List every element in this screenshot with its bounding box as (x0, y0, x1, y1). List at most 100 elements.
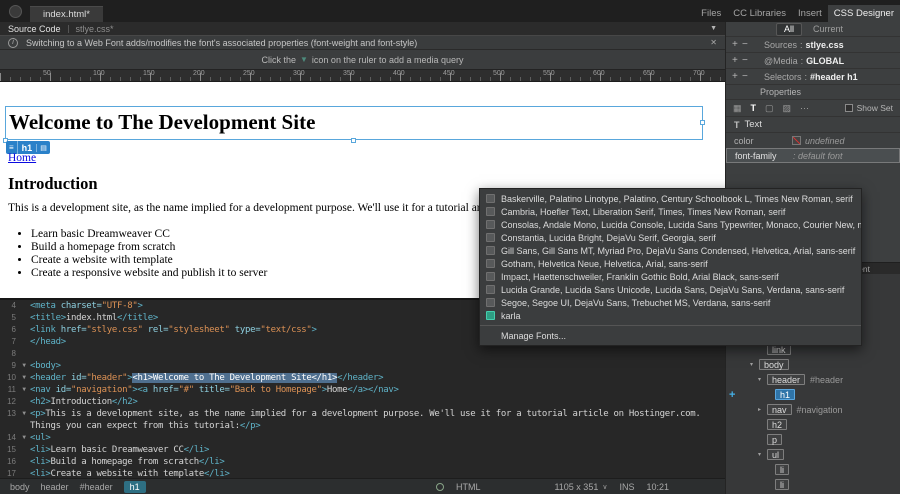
fold-arrow-icon[interactable]: ▼ (18, 384, 30, 396)
dom-node[interactable]: ▾ul (726, 447, 900, 462)
current-mode-button[interactable]: Current (806, 24, 850, 34)
tree-caret-icon[interactable]: ▾ (758, 376, 767, 383)
font-option[interactable]: Constantia, Lucida Bright, DejaVu Serif,… (480, 231, 861, 244)
design-list-item[interactable]: Create a responsive website and publish … (31, 267, 267, 280)
tree-caret-icon[interactable]: ▾ (758, 451, 767, 458)
page-heading[interactable]: Welcome to The Development Site (6, 107, 702, 138)
font-option[interactable]: Segoe, Segoe UI, DejaVu Sans, Trebuchet … (480, 296, 861, 309)
background-icon[interactable]: ▨ (783, 103, 792, 114)
dom-node[interactable]: ▾body (726, 357, 900, 372)
text-icon[interactable]: T (751, 103, 757, 113)
ruler[interactable]: 5010015020025030035040045050055060065070… (0, 70, 725, 82)
tab-files[interactable]: Files (695, 5, 727, 22)
document-tab[interactable]: index.html* (30, 6, 103, 22)
fold-arrow-icon[interactable]: ▼ (18, 408, 30, 420)
resize-handle[interactable] (700, 120, 705, 125)
add-element-button[interactable]: + (729, 389, 735, 401)
color-property-row[interactable]: color undefined (726, 133, 900, 148)
show-set-checkbox[interactable] (845, 104, 853, 112)
border-icon[interactable]: ▢ (765, 103, 774, 114)
close-notification-icon[interactable]: ✕ (710, 38, 717, 47)
tree-caret-icon[interactable]: ▸ (758, 406, 767, 413)
code-line[interactable]: 9▼<body> (0, 360, 725, 372)
resize-handle[interactable] (351, 138, 356, 143)
design-list-item[interactable]: Build a homepage from scratch (31, 241, 267, 254)
tag-selector-header-id[interactable]: #header (80, 482, 113, 492)
remove-media-button[interactable]: − (742, 55, 752, 66)
font-option[interactable]: Cambria, Hoefler Text, Liberation Serif,… (480, 205, 861, 218)
code-line[interactable]: 10▼<header id="header"><h1>Welcome to Th… (0, 372, 725, 384)
sources-section[interactable]: + − Sources : stlye.css (726, 37, 900, 53)
ruler-number: 700 (693, 70, 705, 77)
dom-node[interactable]: ▸nav#navigation (726, 402, 900, 417)
color-swatch-undefined[interactable] (792, 136, 801, 145)
selectors-section[interactable]: + − Selectors : #header h1 (726, 69, 900, 85)
tab-css-designer[interactable]: CSS Designer (828, 5, 900, 22)
tab-cc-libraries[interactable]: CC Libraries (727, 5, 792, 22)
manage-fonts-option[interactable]: Manage Fonts... (480, 329, 861, 342)
selectors-label: Selectors (764, 72, 802, 82)
tag-selector-body[interactable]: body (10, 482, 30, 492)
h1-selection-box[interactable]: Welcome to The Development Site (5, 106, 703, 140)
more-icon[interactable]: ⋯ (800, 103, 809, 114)
dom-node[interactable]: li (726, 477, 900, 492)
add-source-button[interactable]: + (732, 39, 742, 50)
code-line[interactable]: 17<li>Create a website with template</li… (0, 468, 725, 478)
code-line[interactable]: 16<li>Build a homepage from scratch</li> (0, 456, 725, 468)
fold-arrow-icon[interactable]: ▼ (18, 372, 30, 384)
color-prop-value[interactable]: undefined (805, 136, 845, 146)
dom-node[interactable]: li (726, 462, 900, 477)
font-option[interactable]: Consolas, Andale Mono, Lucida Console, L… (480, 218, 861, 231)
media-query-bar: Click the ▼ icon on the ruler to add a m… (0, 50, 725, 70)
media-query-text-before: Click the (261, 55, 296, 65)
code-line[interactable]: 12<h2>Introduction</h2> (0, 396, 725, 408)
code-line[interactable]: 11▼<nav id="navigation"><a href="#" titl… (0, 384, 725, 396)
source-code-button[interactable]: Source Code (8, 24, 61, 34)
fold-arrow-icon[interactable]: ▼ (18, 432, 30, 444)
layout-icon[interactable]: ▦ (733, 103, 742, 114)
font-option[interactable]: Gotham, Helvetica Neue, Helvetica, Arial… (480, 257, 861, 270)
design-list-item[interactable]: Create a website with template (31, 254, 267, 267)
tag-selector-header[interactable]: header (41, 482, 69, 492)
lint-status-icon[interactable] (436, 483, 444, 491)
media-label: @Media (764, 56, 798, 66)
dom-node[interactable]: p (726, 432, 900, 447)
font-option[interactable]: Lucida Grande, Lucida Sans Unicode, Luci… (480, 283, 861, 296)
media-section[interactable]: + − @Media : GLOBAL (726, 53, 900, 69)
filter-funnel-icon[interactable]: ▼ (710, 25, 717, 32)
introduction-heading[interactable]: Introduction (8, 174, 98, 194)
remove-source-button[interactable]: − (742, 39, 752, 50)
font-family-property-row[interactable]: font-family : default font (726, 148, 900, 163)
add-selector-button[interactable]: + (732, 71, 742, 82)
tab-insert[interactable]: Insert (792, 5, 828, 22)
window-size-value: 1105 x 351 (554, 482, 598, 492)
tree-caret-icon[interactable]: ▾ (750, 361, 759, 368)
remove-selector-button[interactable]: − (742, 71, 752, 82)
window-size-selector[interactable]: 1105 x 351 ∨ (554, 482, 607, 492)
ruler-number: 250 (243, 70, 255, 77)
design-list-item[interactable]: Learn basic Dreamweaver CC (31, 228, 267, 241)
tag-selector-h1-selected[interactable]: h1 (124, 481, 146, 493)
dom-node[interactable]: h2 (726, 417, 900, 432)
app-menu-icon[interactable] (9, 5, 22, 18)
font-option[interactable]: Baskerville, Palatino Linotype, Palatino… (480, 192, 861, 205)
code-line[interactable]: 15<li>Learn basic Dreamweaver CC</li> (0, 444, 725, 456)
dom-node[interactable]: +h1 (726, 387, 900, 402)
code-line[interactable]: 14▼<ul> (0, 432, 725, 444)
code-line[interactable]: 13▼<p>This is a development site, as the… (0, 408, 725, 420)
format-grid-icon[interactable]: ▤ (36, 144, 50, 152)
code-line[interactable]: 8 (0, 348, 725, 360)
code-line[interactable]: Things you can expect from this tutorial… (0, 420, 725, 432)
font-option[interactable]: karla (480, 309, 861, 322)
color-prop-name: color (734, 136, 792, 146)
css-file-button[interactable]: stlye.css* (76, 24, 114, 34)
fold-arrow-icon[interactable]: ▼ (18, 360, 30, 372)
font-option[interactable]: Impact, Haettenschweiler, Franklin Gothi… (480, 270, 861, 283)
dom-node[interactable]: ▾header#header (726, 372, 900, 387)
font-family-prop-value[interactable]: : default font (793, 151, 843, 161)
add-media-button[interactable]: + (732, 55, 742, 66)
home-link[interactable]: Home (8, 152, 36, 164)
sources-label: Sources (764, 40, 797, 50)
all-mode-button[interactable]: All (776, 23, 802, 36)
font-option[interactable]: Gill Sans, Gill Sans MT, Myriad Pro, Dej… (480, 244, 861, 257)
